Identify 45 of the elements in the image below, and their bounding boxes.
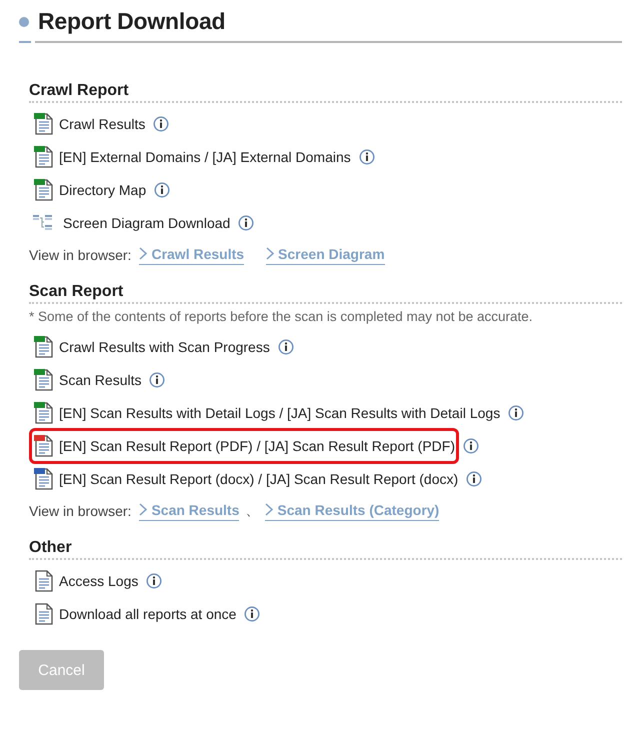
- file-badge-icon: [33, 112, 55, 136]
- report-link[interactable]: Download all reports at once: [59, 606, 236, 622]
- bullet-icon: [19, 16, 29, 26]
- report-link[interactable]: Crawl Results: [59, 116, 146, 132]
- report-link[interactable]: Access Logs: [59, 572, 138, 588]
- info-icon[interactable]: [153, 116, 170, 132]
- file-badge-icon: [33, 400, 55, 424]
- report-link[interactable]: Crawl Results with Scan Progress: [59, 338, 270, 354]
- file-badge-icon: [33, 466, 55, 490]
- info-icon[interactable]: [278, 338, 294, 354]
- info-icon[interactable]: [238, 214, 254, 230]
- info-icon[interactable]: [508, 404, 524, 420]
- info-icon[interactable]: [466, 470, 482, 486]
- section-heading: Other: [29, 539, 73, 557]
- chevron-right-icon: [139, 247, 148, 260]
- info-icon[interactable]: [149, 372, 166, 388]
- file-badge-icon: [33, 144, 55, 168]
- report-link[interactable]: [EN] External Domains / [JA] External Domains: [59, 148, 351, 164]
- chevron-right-icon: [139, 503, 148, 516]
- report-link[interactable]: Screen Diagram Download: [63, 214, 230, 230]
- report-link[interactable]: [EN] Scan Result Report (docx) / [JA] Scan Result Report (docx): [59, 470, 458, 486]
- chevron-right-icon: [265, 503, 274, 516]
- info-icon[interactable]: [463, 438, 480, 454]
- view-in-browser-label: View in browser:: [29, 503, 132, 519]
- report-link[interactable]: [EN] Scan Result Report (PDF) / [JA] Scan Result Report (PDF): [59, 438, 456, 454]
- file-badge-icon: [33, 334, 55, 358]
- section-heading: Scan Report: [29, 283, 124, 301]
- separator-text: 、: [245, 502, 260, 520]
- report-link[interactable]: [EN] Scan Results with Detail Logs / [JA] Scan Results with Detail Logs: [59, 404, 500, 420]
- info-icon[interactable]: [154, 182, 170, 198]
- file-badge-icon: [33, 434, 55, 458]
- chevron-right-icon: [266, 247, 274, 260]
- info-icon[interactable]: [358, 148, 375, 164]
- document-icon: [33, 602, 55, 626]
- info-icon[interactable]: [244, 606, 260, 622]
- report-link[interactable]: Scan Results: [59, 372, 142, 388]
- document-icon: [33, 568, 55, 592]
- report-link[interactable]: Directory Map: [59, 182, 146, 198]
- section-heading: Crawl Report: [29, 82, 130, 100]
- file-badge-icon: [33, 368, 55, 392]
- info-icon[interactable]: [146, 572, 162, 588]
- view-in-browser-label: View in browser:: [29, 247, 132, 263]
- note-text: * Some of the contents of reports before the scan is completed may not be accurate.: [29, 309, 534, 324]
- page-title: Report Download: [38, 8, 226, 35]
- file-badge-icon: [33, 178, 55, 202]
